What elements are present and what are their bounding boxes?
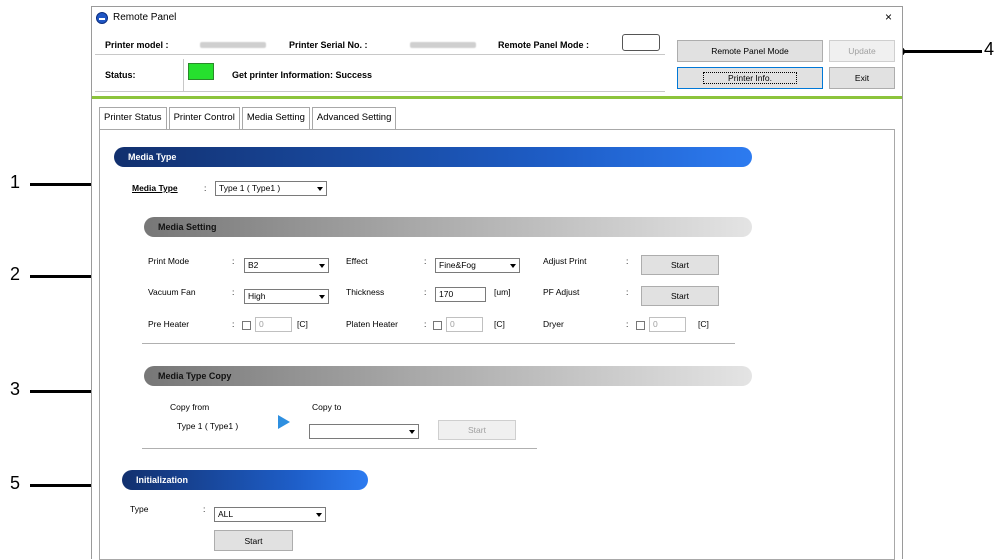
dryer-label: Dryer — [543, 319, 564, 329]
colon: : — [232, 256, 235, 266]
exit-button[interactable]: Exit — [829, 67, 895, 89]
tab-bar: Printer Status Printer Control Media Set… — [99, 107, 398, 131]
effect-value: Fine&Fog — [439, 260, 476, 270]
tab-advanced-setting[interactable]: Advanced Setting — [311, 107, 397, 129]
close-icon[interactable]: × — [885, 10, 892, 24]
pf-adjust-label: PF Adjust — [543, 287, 580, 297]
chevron-down-icon[interactable] — [315, 290, 328, 303]
init-type-colon: : — [203, 504, 206, 514]
copy-from-value: Type 1 ( Type1 ) — [177, 421, 239, 431]
callout-1: 1 — [10, 172, 21, 192]
header-divider — [92, 96, 902, 99]
tab-media-setting[interactable]: Media Setting — [241, 107, 310, 131]
pre-heater-input[interactable]: 0 — [255, 317, 292, 332]
colon: : — [626, 319, 629, 329]
copy-to-select[interactable] — [309, 424, 419, 439]
colon: : — [626, 256, 629, 266]
vacuum-fan-label: Vacuum Fan — [148, 287, 196, 297]
callout-4-line — [900, 50, 982, 53]
media-type-header: Media Type — [114, 147, 752, 167]
platen-heater-input[interactable]: 0 — [446, 317, 483, 332]
colon: : — [424, 319, 427, 329]
platen-heater-checkbox[interactable] — [433, 321, 442, 330]
copy-to-label: Copy to — [312, 402, 342, 412]
update-button[interactable]: Update — [829, 40, 895, 62]
tab-printer-status[interactable]: Printer Status — [99, 107, 167, 129]
arrow-right-icon — [278, 415, 290, 429]
chevron-down-icon[interactable] — [405, 425, 418, 438]
window-title: Remote Panel — [113, 12, 177, 23]
vacuum-fan-select[interactable]: High — [244, 289, 329, 304]
chevron-down-icon[interactable] — [313, 182, 326, 195]
media-type-copy-header: Media Type Copy — [144, 366, 752, 386]
status-indicator — [188, 63, 214, 80]
init-type-label: Type — [130, 504, 149, 514]
colon: : — [232, 319, 235, 329]
effect-label: Effect — [346, 256, 368, 266]
chevron-down-icon[interactable] — [506, 259, 519, 272]
tab-printer-control[interactable]: Printer Control — [168, 107, 240, 129]
chevron-down-icon[interactable] — [315, 259, 328, 272]
serial-label: Printer Serial No. : — [289, 40, 368, 50]
dryer-checkbox[interactable] — [636, 321, 645, 330]
init-type-select[interactable]: ALL — [214, 507, 326, 522]
printer-info-label: Printer Info. — [703, 72, 797, 84]
pre-heater-label: Pre Heater — [148, 319, 190, 329]
colon: : — [424, 287, 427, 297]
platen-heater-unit: [C] — [494, 319, 505, 329]
print-mode-select[interactable]: B2 — [244, 258, 329, 273]
thickness-input[interactable]: 170 — [435, 287, 486, 302]
remote-mode-indicator — [622, 34, 660, 51]
dryer-input[interactable]: 0 — [649, 317, 686, 332]
colon: : — [626, 287, 629, 297]
pre-heater-unit: [C] — [297, 319, 308, 329]
thickness-label: Thickness — [346, 287, 385, 297]
callout-5: 5 — [10, 473, 21, 493]
media-type-value: Type 1 ( Type1 ) — [219, 183, 281, 193]
thickness-unit: [um] — [494, 287, 511, 297]
dryer-unit: [C] — [698, 319, 709, 329]
initialization-header: Initialization — [122, 470, 368, 490]
status-message: Get printer Information: Success — [232, 70, 373, 80]
media-type-colon: : — [204, 183, 207, 193]
print-mode-value: B2 — [248, 260, 259, 270]
callout-3: 3 — [10, 379, 21, 399]
printer-info-button[interactable]: Printer Info. — [677, 67, 823, 89]
copy-start-button[interactable]: Start — [438, 420, 516, 440]
copy-from-label: Copy from — [170, 402, 210, 412]
remote-panel-mode-button[interactable]: Remote Panel Mode — [677, 40, 823, 62]
colon: : — [232, 287, 235, 297]
serial-value — [410, 42, 476, 48]
print-mode-label: Print Mode — [148, 256, 190, 266]
remote-mode-label: Remote Panel Mode : — [498, 40, 590, 50]
colon: : — [424, 256, 427, 266]
remote-panel-window: Remote Panel × Printer model : Printer S… — [91, 6, 903, 560]
pf-adjust-start-button[interactable]: Start — [641, 286, 719, 306]
pre-heater-checkbox[interactable] — [242, 321, 251, 330]
printer-model-label: Printer model : — [105, 40, 169, 50]
status-label: Status: — [105, 70, 136, 80]
media-setting-header: Media Setting — [144, 217, 752, 237]
vacuum-fan-value: High — [248, 291, 266, 301]
init-type-value: ALL — [218, 509, 234, 519]
chevron-down-icon[interactable] — [312, 508, 325, 521]
printer-model-value — [200, 42, 266, 48]
adjust-print-label: Adjust Print — [543, 256, 587, 266]
app-logo-icon — [96, 12, 108, 24]
callout-2: 2 — [10, 264, 21, 284]
media-setting-panel: Media Type Media Type : Type 1 ( Type1 )… — [99, 129, 895, 560]
platen-heater-label: Platen Heater — [346, 319, 398, 329]
media-type-select[interactable]: Type 1 ( Type1 ) — [215, 181, 327, 196]
effect-select[interactable]: Fine&Fog — [435, 258, 520, 273]
media-type-label: Media Type — [132, 183, 178, 193]
callout-4: 4 — [984, 39, 995, 59]
adjust-print-start-button[interactable]: Start — [641, 255, 719, 275]
init-start-button[interactable]: Start — [214, 530, 293, 551]
